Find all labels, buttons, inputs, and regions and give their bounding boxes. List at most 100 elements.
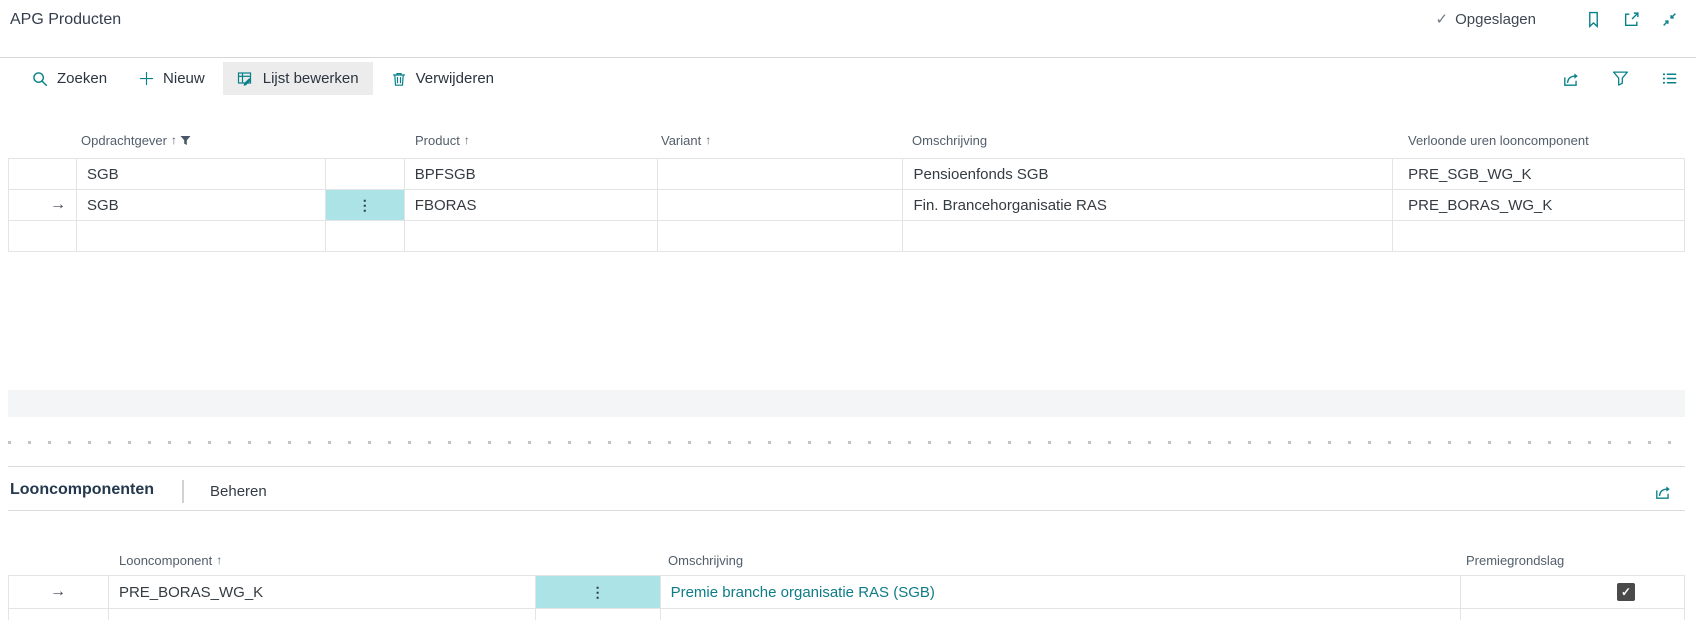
collapse-icon[interactable] [1658,8,1680,30]
cell-text: PRE_SGB_WG_K [1408,166,1531,183]
cell-more-options-focused[interactable]: ⋮ [536,576,661,608]
cell-verloonde-uren[interactable] [1393,221,1685,251]
header-label: Variant [661,133,701,148]
saved-check-icon: ✓ [1436,10,1449,28]
cell-premiegrondslag[interactable] [1461,609,1685,620]
cell-omschrijving[interactable]: Premie branche organisatie RAS (SGB) [661,576,1461,608]
row-selector-cell[interactable]: → [9,576,109,608]
part-share-icon[interactable] [1652,481,1674,503]
edit-list-icon [237,70,254,87]
table-row: SGB BPFSGB Pensioenfonds SGB PRE_SGB_WG_… [8,159,1685,190]
cell-text: BPFSGB [415,166,476,183]
header-opdrachtgever[interactable]: Opdrachtgever ↑ [76,128,325,152]
title-right-cluster: ✓ Opgeslagen [1436,8,1680,30]
row-selector-cell[interactable] [9,159,77,189]
search-label: Zoeken [57,70,107,87]
cell-verloonde-uren[interactable]: PRE_SGB_WG_K [1393,159,1685,189]
action-toolbar: Zoeken Nieuw Lijst bewerken [18,58,508,99]
open-in-new-window-icon[interactable] [1620,8,1642,30]
part-menu-beheren[interactable]: Beheren [210,483,267,500]
cell-product[interactable]: BPFSGB [405,159,658,189]
cell-product[interactable] [405,221,658,251]
sort-ascending-icon: ↑ [705,133,711,147]
header-label: Verloonde uren looncomponent [1408,133,1589,148]
edit-list-button[interactable]: Lijst bewerken [223,62,373,95]
cell-variant[interactable] [658,221,904,251]
cell-omschrijving[interactable]: Fin. Brancehorganisatie RAS [903,190,1393,220]
share-icon[interactable] [1560,68,1582,90]
cell-looncomponent[interactable]: PRE_BORAS_WG_K [109,576,536,608]
looncomponenten-header-row: Looncomponent ↑ Omschrijving Premiegrond… [8,548,1685,572]
header-verloonde-uren[interactable]: Verloonde uren looncomponent [1393,128,1685,152]
header-product[interactable]: Product ↑ [404,128,657,152]
cell-more-options-focused[interactable]: ⋮ [326,190,405,220]
bookmark-icon[interactable] [1582,8,1604,30]
cell-opdrachtgever[interactable]: SGB [77,159,326,189]
cell-more-options[interactable] [326,159,405,189]
cell-variant[interactable] [658,159,904,189]
table-row-empty [8,221,1685,252]
toolbar-right-cluster [1560,58,1680,99]
row-selector-arrow-icon: → [50,196,66,214]
header-label: Premiegrondslag [1466,553,1564,568]
part-top-divider [8,466,1685,467]
app-window: APG Producten ✓ Opgeslagen [0,0,1696,620]
header-label: Omschrijving [668,553,743,568]
column-filter-icon [180,135,191,146]
cell-premiegrondslag[interactable]: ✓ [1461,576,1685,608]
header-omschrijving[interactable]: Omschrijving [903,128,1393,152]
table-row-selected: → PRE_BORAS_WG_K ⋮ Premie branche organi… [8,576,1685,609]
products-grid: SGB BPFSGB Pensioenfonds SGB PRE_SGB_WG_… [8,158,1685,252]
search-icon [32,71,48,87]
sort-ascending-icon: ↑ [216,553,222,567]
scrollbar-track[interactable] [8,390,1685,417]
cell-product[interactable]: FBORAS [405,190,658,220]
row-selector-cell[interactable]: → [9,190,77,220]
cell-omschrijving[interactable] [661,609,1462,620]
cell-more-options[interactable] [326,221,405,251]
cell-text: SGB [87,166,119,183]
cell-text: FBORAS [415,197,477,214]
header-spacer [535,548,660,572]
premiegrondslag-checkbox[interactable]: ✓ [1617,583,1635,601]
header-omschrijving[interactable]: Omschrijving [660,548,1461,572]
cell-text: PRE_BORAS_WG_K [1408,197,1552,214]
cell-looncomponent[interactable] [109,609,536,620]
edit-list-label: Lijst bewerken [263,70,359,87]
trash-icon [391,71,407,87]
plus-icon [139,71,154,86]
cell-omschrijving[interactable] [903,221,1393,251]
cell-opdrachtgever[interactable]: SGB [77,190,326,220]
search-button[interactable]: Zoeken [18,62,121,95]
cell-more-options[interactable] [536,609,661,620]
cell-text: PRE_BORAS_WG_K [119,584,263,601]
sort-ascending-icon: ↑ [464,133,470,147]
header-label: Omschrijving [912,133,987,148]
cell-variant[interactable] [658,190,904,220]
save-status-label: Opgeslagen [1455,11,1536,28]
part-title-divider [182,480,184,503]
omschrijving-link[interactable]: Premie branche organisatie RAS (SGB) [671,584,935,601]
filter-icon[interactable] [1609,68,1631,90]
new-button[interactable]: Nieuw [125,62,219,95]
part-separator-dotted [8,441,1685,444]
page-title: APG Producten [10,11,121,29]
cell-omschrijving[interactable]: Pensioenfonds SGB [903,159,1393,189]
row-selector-cell[interactable] [9,221,77,251]
delete-button[interactable]: Verwijderen [377,62,508,95]
part-header-divider [8,510,1685,511]
cell-verloonde-uren[interactable]: PRE_BORAS_WG_K [1393,190,1685,220]
header-label: Looncomponent [119,553,212,568]
save-status: ✓ Opgeslagen [1436,10,1536,28]
header-looncomponent[interactable]: Looncomponent ↑ [108,548,535,572]
looncomponenten-grid: → PRE_BORAS_WG_K ⋮ Premie branche organi… [8,575,1685,620]
cell-opdrachtgever[interactable] [77,221,326,251]
sort-ascending-icon: ↑ [171,133,177,147]
row-selector-cell[interactable] [9,609,109,620]
row-selector-arrow-icon: → [50,583,66,601]
header-premiegrondslag[interactable]: Premiegrondslag [1461,548,1685,572]
checkbox-check-icon: ✓ [1621,586,1631,598]
table-row-selected: → SGB ⋮ FBORAS Fin. Brancehorganisatie R… [8,190,1685,221]
header-variant[interactable]: Variant ↑ [657,128,903,152]
show-as-list-icon[interactable] [1658,68,1680,90]
